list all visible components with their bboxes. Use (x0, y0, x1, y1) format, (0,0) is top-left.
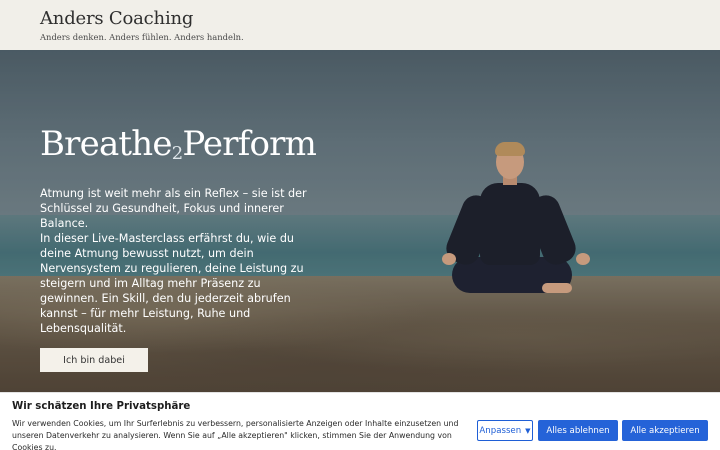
meditating-person-image (440, 142, 610, 355)
person-hair (495, 142, 525, 156)
hero-title-part2: 2 (171, 143, 183, 164)
customize-button-label: Anpassen (479, 425, 522, 436)
person-torso (480, 183, 540, 265)
cookie-banner-text: Wir verwenden Cookies, um Ihr Surferlebn… (12, 419, 459, 450)
person-hand-left (442, 253, 456, 265)
accept-all-button[interactable]: Alle akzeptieren (622, 420, 708, 441)
site-header: Anders Coaching Anders denken. Anders fü… (0, 0, 720, 50)
hero-paragraph-1: Atmung ist weit mehr als ein Reflex – si… (40, 187, 307, 230)
hero-title-part1: Breathe (40, 124, 173, 164)
cookie-banner: Wir schätzen Ihre Privatsphäre Wir verwe… (0, 392, 720, 450)
brand-tagline: Anders denken. Anders fühlen. Anders han… (40, 32, 244, 42)
hero-title: Breathe2Perform (40, 124, 317, 164)
caret-down-icon: ▼ (525, 426, 531, 435)
hero-paragraph-2: In dieser Live-Masterclass erfährst du, … (40, 232, 304, 335)
cookie-banner-title: Wir schätzen Ihre Privatsphäre (12, 401, 191, 412)
person-hand-right (576, 253, 590, 265)
hero-section: Breathe2Perform Atmung ist weit mehr als… (0, 50, 720, 392)
customize-button[interactable]: Anpassen ▼ (477, 420, 533, 441)
hero-title-part3: Perform (182, 124, 317, 164)
reject-all-button[interactable]: Alles ablehnen (538, 420, 618, 441)
brand-name[interactable]: Anders Coaching (40, 8, 244, 29)
hero-description: Atmung ist weit mehr als ein Reflex – si… (40, 186, 320, 336)
brand-logo[interactable]: Anders Coaching Anders denken. Anders fü… (40, 8, 244, 42)
cta-button[interactable]: Ich bin dabei (40, 348, 148, 372)
person-foot (542, 283, 572, 293)
